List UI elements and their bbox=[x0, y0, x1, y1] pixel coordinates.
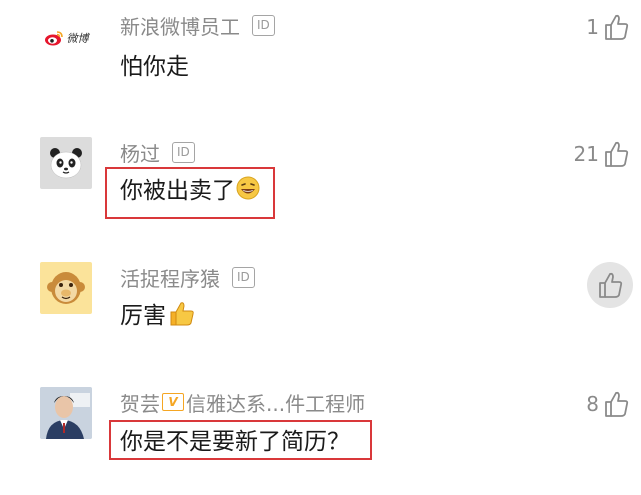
id-badge-icon: ID bbox=[252, 14, 275, 36]
weibo-logo-text: 微博 bbox=[66, 32, 89, 45]
like-count: 1 bbox=[586, 15, 599, 39]
comment-text-content: 厉害 bbox=[120, 303, 166, 329]
avatar[interactable] bbox=[40, 262, 92, 314]
comment-item: 杨过 ID 你被出卖了 21 bbox=[0, 125, 641, 245]
like-button-pressed[interactable] bbox=[587, 262, 633, 308]
like-button[interactable]: 8 bbox=[586, 389, 629, 419]
comment-text: 你是不是要新了简历？ bbox=[120, 423, 350, 455]
thumbs-up-icon bbox=[605, 14, 629, 40]
avatar[interactable] bbox=[40, 387, 92, 439]
laughing-emoji-icon bbox=[236, 176, 260, 200]
username[interactable]: 信雅达系...件工程师 bbox=[186, 388, 365, 417]
comment-text: 你被出卖了 bbox=[120, 172, 260, 204]
person-photo-icon bbox=[40, 387, 92, 439]
thumbs-up-icon bbox=[605, 141, 629, 167]
like-button[interactable]: 21 bbox=[574, 139, 629, 169]
comment-item: 微博 新浪微博员工 ID 怕你走 1 bbox=[0, 0, 641, 120]
comment-header: 杨过 ID bbox=[120, 138, 195, 167]
thumbs-up-icon bbox=[605, 391, 629, 417]
like-count: 8 bbox=[586, 392, 599, 416]
comment-item: 贺芸 V 信雅达系...件工程师 你是不是要新了简历？ 8 bbox=[0, 375, 641, 495]
username[interactable]: 活捉程序猿 bbox=[120, 263, 220, 292]
id-badge-icon: ID bbox=[232, 266, 255, 288]
comment-text-content: 怕你走 bbox=[120, 54, 189, 80]
panda-icon bbox=[50, 148, 82, 179]
comment-header: 贺芸 V 信雅达系...件工程师 bbox=[120, 388, 365, 417]
monkey-icon bbox=[47, 272, 85, 304]
avatar[interactable] bbox=[40, 137, 92, 189]
comment-item: 活捉程序猿 ID 厉害 bbox=[0, 250, 641, 370]
username[interactable]: 杨过 bbox=[120, 138, 160, 167]
comment-text: 厉害 bbox=[120, 297, 196, 329]
comment-header: 新浪微博员工 ID bbox=[120, 11, 275, 40]
avatar[interactable]: 微博 bbox=[40, 12, 92, 64]
thumbs-up-icon bbox=[599, 272, 623, 298]
like-button[interactable]: 1 bbox=[586, 12, 629, 42]
comment-text-content: 你被出卖了 bbox=[120, 178, 235, 204]
id-badge-icon: ID bbox=[172, 141, 195, 163]
weibo-logo-icon: 微博 bbox=[44, 30, 89, 46]
vip-badge-icon: V bbox=[162, 393, 184, 411]
comment-text-content: 你是不是要新了简历？ bbox=[120, 429, 350, 455]
thumbs-up-emoji-icon bbox=[170, 302, 194, 326]
username[interactable]: 新浪微博员工 bbox=[120, 11, 240, 40]
comment-header: 活捉程序猿 ID bbox=[120, 263, 255, 292]
comment-text: 怕你走 bbox=[120, 48, 189, 80]
like-count: 21 bbox=[573, 142, 599, 166]
username-prefix[interactable]: 贺芸 bbox=[120, 388, 160, 417]
